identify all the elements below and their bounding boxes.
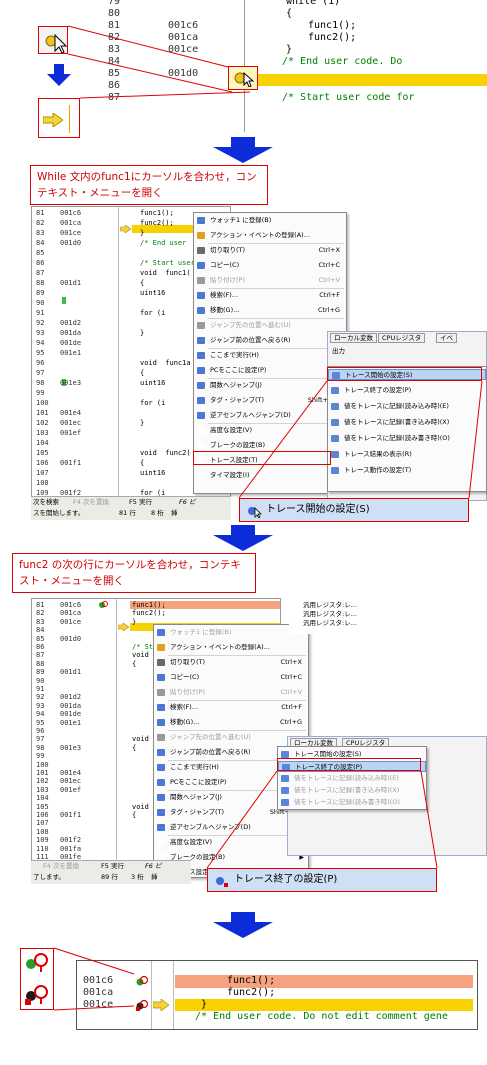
trace-mark-highlight <box>228 66 258 90</box>
flow-arrow-3 <box>213 912 273 938</box>
step1-section: 79while (1)80{81001c6func1();82001cafunc… <box>0 0 487 140</box>
instruction-callout-2: func2 の次の行にカーソルを合わせ，コンテキスト・メニューを開く <box>12 553 256 593</box>
step4-result: 001c6 func1(); 001ca func2(); 001ce}/* End u… <box>0 940 487 1065</box>
trace-start-cursor-icon <box>234 71 254 87</box>
popup-connector <box>238 380 483 499</box>
step3-screenshot: 81 001c6 func1(); 82 001ca func2(); 83 001ce} 84… <box>31 598 487 910</box>
flow-arrow-1 <box>213 137 273 163</box>
instruction-callout-1: While 文内のfunc1にカーソルを合わせ，コンテキスト・メニューを開く <box>30 165 268 205</box>
result-connector <box>53 947 135 1011</box>
flow-arrow-2 <box>213 525 273 551</box>
popup-connector <box>206 770 438 869</box>
step2-screenshot: 81 001c6 func1(); 82 001ca func2(); 83 001ce} 84… <box>31 206 487 546</box>
